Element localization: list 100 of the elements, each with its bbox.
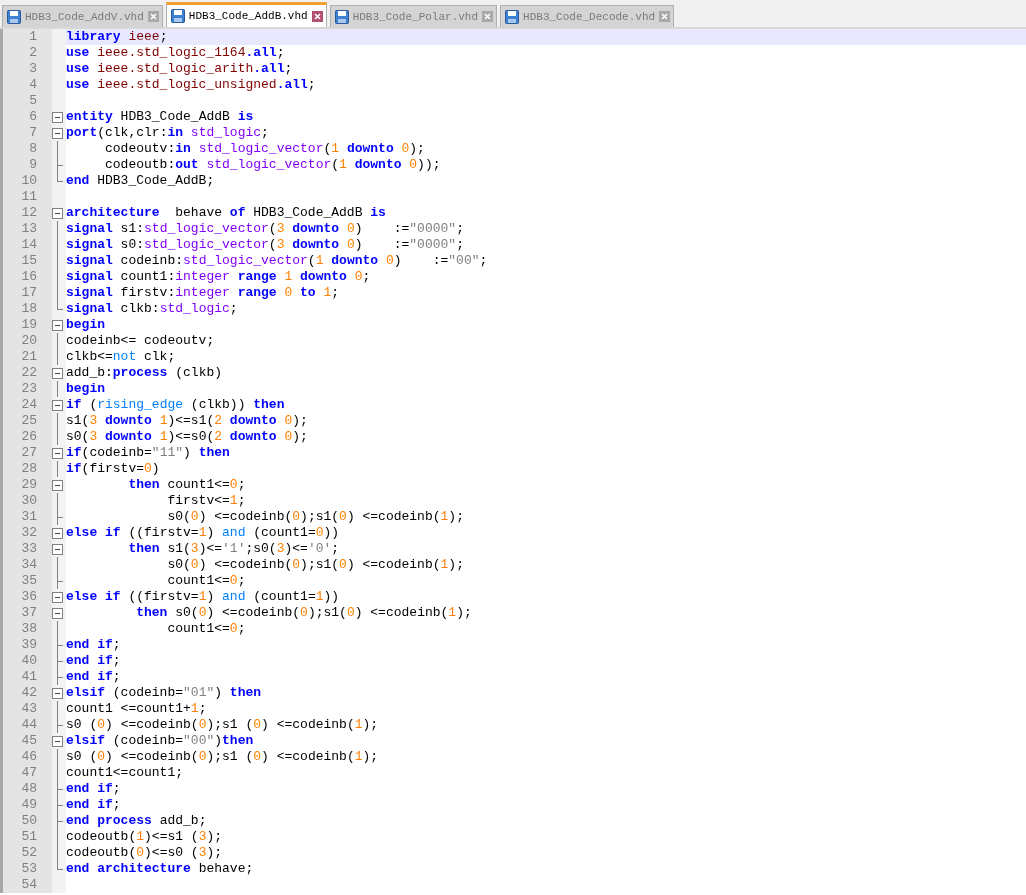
line-number: 31 <box>20 509 38 525</box>
line-number: 39 <box>20 637 38 653</box>
line-number: 49 <box>20 797 38 813</box>
line-number: 17 <box>20 285 38 301</box>
line-number: 44 <box>20 717 38 733</box>
line-number: 42 <box>20 685 38 701</box>
code-line: end architecture behave; <box>66 861 255 877</box>
code-line: end if; <box>66 781 122 797</box>
collapse-icon[interactable] <box>52 527 63 539</box>
collapse-icon[interactable] <box>52 127 63 139</box>
code-line: codeoutb:out std_logic_vector(1 downto 0)); <box>104 157 442 173</box>
code-line: else if ((firstv=1) and (count1=1)) <box>66 589 341 605</box>
code-line: s0(0) <=codeinb(0);s1(0) <=codeinb(1); <box>166 557 465 573</box>
line-number: 26 <box>20 429 38 445</box>
code-line: use ieee.std_logic_unsigned.all; <box>66 77 317 93</box>
code-line: signal s0:std_logic_vector(3 downto 0) :="0000"; <box>66 237 465 253</box>
line-number: 46 <box>20 749 38 765</box>
code-line: architecture behave of HDB3_Code_AddB is <box>66 205 387 221</box>
collapse-icon[interactable] <box>52 607 63 619</box>
code-line: signal count1:integer range 1 downto 0; <box>66 269 372 285</box>
code-line: then s1(3)<='1';s0(3)<='0'; <box>127 541 341 557</box>
line-number: 52 <box>20 845 38 861</box>
file-tab[interactable]: HDB3_Code_AddB.vhd <box>165 2 327 27</box>
line-number: 29 <box>20 477 38 493</box>
code-line: end if; <box>66 797 122 813</box>
line-number: 34 <box>20 557 38 573</box>
collapse-icon[interactable] <box>52 367 63 379</box>
collapse-icon[interactable] <box>52 479 63 491</box>
code-line: if(firstv=0) <box>66 461 161 477</box>
code-line: end if; <box>66 637 122 653</box>
file-tab[interactable]: HDB3_Code_Polar.vhd <box>329 5 498 27</box>
line-number: 35 <box>20 573 38 589</box>
code-line: firstv<=1; <box>166 493 247 509</box>
collapse-icon[interactable] <box>52 735 63 747</box>
line-number: 50 <box>20 813 38 829</box>
code-line: if (rising_edge (clkb)) then <box>66 397 286 413</box>
line-number: 48 <box>20 781 38 797</box>
collapse-icon[interactable] <box>52 319 63 331</box>
code-line: begin <box>66 381 106 397</box>
code-line: s0(3 downto 1)<=s0(2 downto 0); <box>66 429 309 445</box>
line-number: 25 <box>20 413 38 429</box>
line-number: 12 <box>20 205 38 221</box>
code-line: end if; <box>66 669 122 685</box>
line-number: 38 <box>20 621 38 637</box>
line-number: 7 <box>28 125 38 141</box>
collapse-icon[interactable] <box>52 543 63 555</box>
file-tab[interactable]: HDB3_Code_AddV.vhd <box>2 5 163 27</box>
line-number: 3 <box>28 61 38 77</box>
code-line: elsif (codeinb="01") then <box>66 685 263 701</box>
code-line: begin <box>66 317 106 333</box>
collapse-icon[interactable] <box>52 111 63 123</box>
code-line: s0 (0) <=codeinb(0);s1 (0) <=codeinb(1); <box>66 749 380 765</box>
line-number: 32 <box>20 525 38 541</box>
line-number: 14 <box>20 237 38 253</box>
code-line: end process add_b; <box>66 813 208 829</box>
line-number: 13 <box>20 221 38 237</box>
line-number: 41 <box>20 669 38 685</box>
code-line: count1<=0; <box>166 573 247 589</box>
line-number: 40 <box>20 653 38 669</box>
line-number: 1 <box>28 29 38 45</box>
code-line: count1<=count1; <box>66 765 185 781</box>
collapse-icon[interactable] <box>52 687 63 699</box>
line-number: 20 <box>20 333 38 349</box>
code-line: count1 <=count1+1; <box>66 701 208 717</box>
line-number: 45 <box>20 733 38 749</box>
code-line: s1(3 downto 1)<=s1(2 downto 0); <box>66 413 309 429</box>
code-line: signal codeinb:std_logic_vector(1 downto 0) :="00"; <box>66 253 489 269</box>
code-line: port(clk,clr:in std_logic; <box>66 125 270 141</box>
line-number: 53 <box>20 861 38 877</box>
code-line: then s0(0) <=codeinb(0);s1(0) <=codeinb(1); <box>135 605 473 621</box>
code-line: then count1<=0; <box>127 477 247 493</box>
close-icon[interactable] <box>311 10 323 22</box>
code-line: codeinb<= codeoutv; <box>66 333 216 349</box>
line-number: 33 <box>20 541 38 557</box>
line-number: 9 <box>28 157 38 173</box>
code-line: signal clkb:std_logic; <box>66 301 239 317</box>
collapse-icon[interactable] <box>52 591 63 603</box>
collapse-icon[interactable] <box>52 207 63 219</box>
code-line: s0(0) <=codeinb(0);s1(0) <=codeinb(1); <box>166 509 465 525</box>
line-number: 36 <box>20 589 38 605</box>
collapse-icon[interactable] <box>52 447 63 459</box>
line-number: 23 <box>20 381 38 397</box>
line-number: 51 <box>20 829 38 845</box>
code-line: count1<=0; <box>166 621 247 637</box>
line-number: 8 <box>28 141 38 157</box>
collapse-icon[interactable] <box>52 399 63 411</box>
line-number: 21 <box>20 349 38 365</box>
line-number: 15 <box>20 253 38 269</box>
line-number: 19 <box>20 317 38 333</box>
file-tab[interactable]: HDB3_Code_Decode.vhd <box>500 5 675 27</box>
code-line: signal s1:std_logic_vector(3 downto 0) :="0000"; <box>66 221 465 237</box>
code-line: else if ((firstv=1) and (count1=0)) <box>66 525 341 541</box>
line-number: 37 <box>20 605 38 621</box>
code-line: s0 (0) <=codeinb(0);s1 (0) <=codeinb(1); <box>66 717 380 733</box>
line-number: 11 <box>20 189 38 205</box>
code-line: end if; <box>66 653 122 669</box>
line-number: 24 <box>20 397 38 413</box>
line-number: 47 <box>20 765 38 781</box>
line-number: 5 <box>28 93 38 109</box>
code-line: entity HDB3_Code_AddB is <box>66 109 255 125</box>
